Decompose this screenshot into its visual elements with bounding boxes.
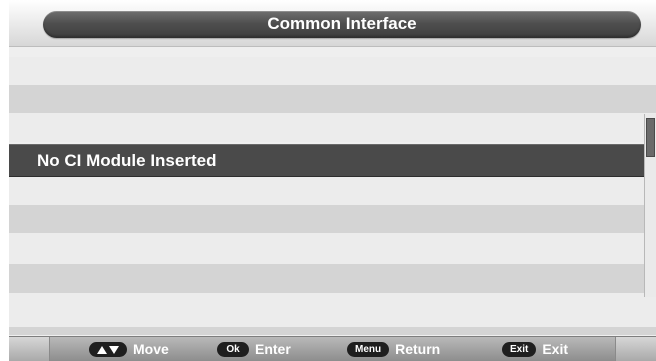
tv-menu-screen: Common Interface No CI Module Inserted M… — [0, 0, 656, 361]
list-row-1 — [9, 57, 656, 85]
move-label: Move — [133, 341, 169, 357]
title-area: Common Interface — [9, 0, 656, 47]
list-row-7 — [9, 233, 656, 264]
selected-list-item[interactable]: No CI Module Inserted — [9, 144, 656, 177]
footer-left-cap — [9, 337, 50, 361]
up-arrow-icon — [97, 345, 107, 354]
scrollbar-thumb[interactable] — [646, 118, 655, 157]
menu-key: Menu — [347, 342, 390, 357]
up-down-arrows-icon — [89, 342, 127, 357]
menu-list: No CI Module Inserted — [9, 57, 656, 335]
list-row-3 — [9, 113, 656, 142]
exit-hint: Exit Exit — [502, 337, 568, 361]
exit-label: Exit — [542, 341, 569, 357]
footer-right-cap — [615, 337, 656, 361]
enter-label: Enter — [255, 341, 291, 357]
footer-help-bar: Move Ok Enter Menu Return Exit Exit — [9, 336, 656, 361]
list-row-9 — [9, 293, 656, 327]
list-row-10 — [9, 327, 656, 335]
return-label: Return — [395, 341, 441, 357]
exit-key: Exit — [502, 342, 537, 357]
scrollbar[interactable] — [644, 114, 656, 297]
no-ci-module-message: No CI Module Inserted — [37, 150, 217, 170]
page-title: Common Interface — [43, 11, 641, 38]
list-row-8 — [9, 264, 656, 293]
return-hint: Menu Return — [347, 337, 440, 361]
enter-hint: Ok Enter — [217, 337, 291, 361]
ok-key: Ok — [217, 342, 249, 357]
down-arrow-icon — [109, 345, 119, 354]
list-row-6 — [9, 205, 656, 233]
list-row-5 — [9, 177, 656, 205]
move-hint: Move — [89, 337, 169, 361]
list-row-2 — [9, 85, 656, 113]
